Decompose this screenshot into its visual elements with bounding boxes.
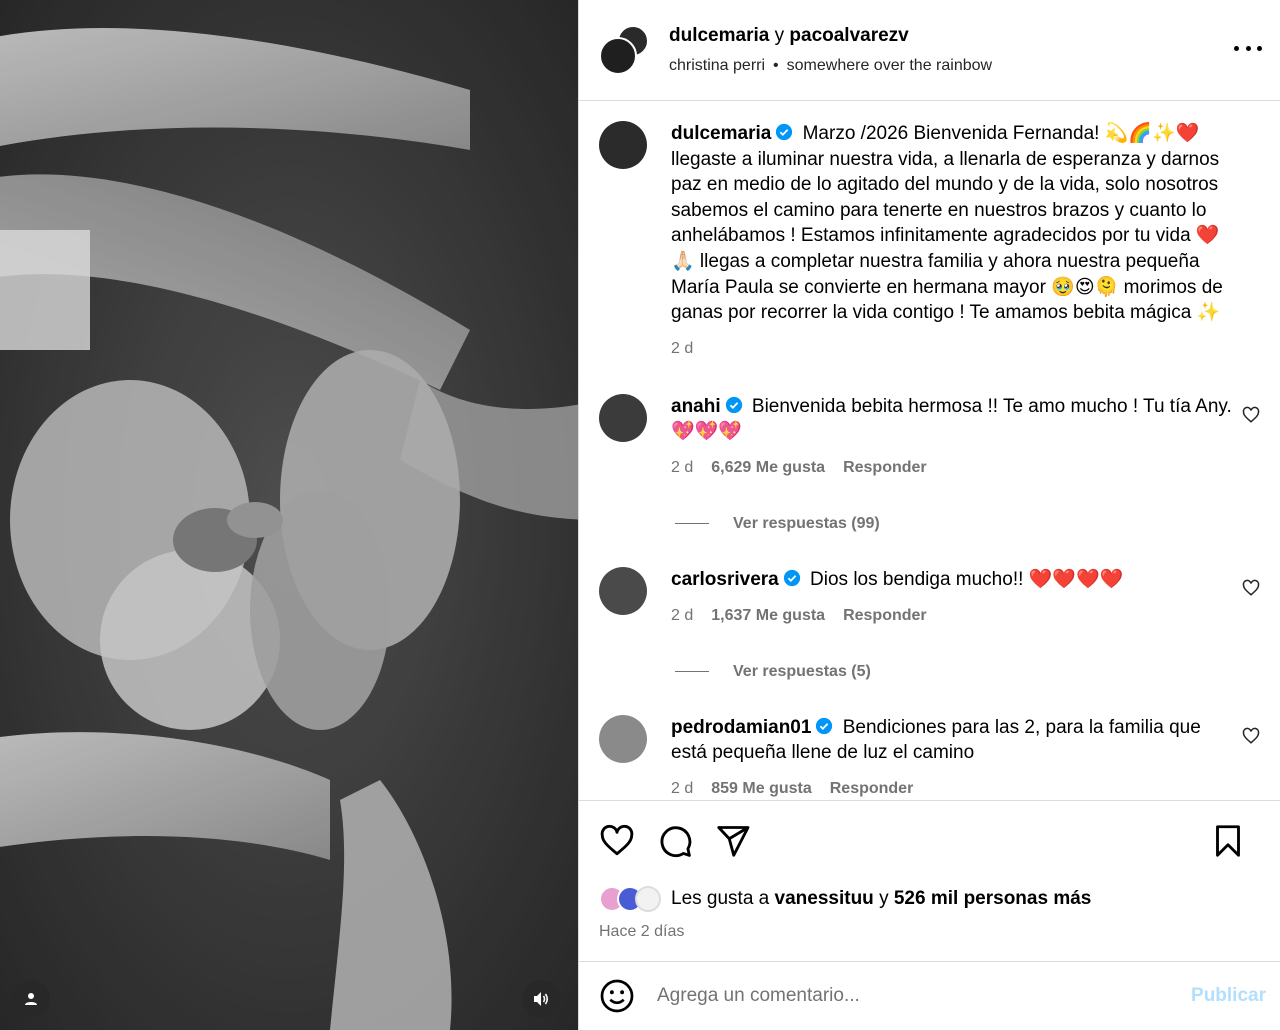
- post-date: Hace 2 días: [599, 923, 685, 940]
- verified-badge-icon: [725, 396, 742, 413]
- send-icon[interactable]: [715, 823, 751, 859]
- comment-time: 2 d: [671, 606, 694, 624]
- likes-prefix: Les gusta a: [671, 888, 770, 909]
- post-header: dulcemaria y pacoalvarezv christina perr…: [579, 0, 1280, 101]
- comments-list[interactable]: dulcemaria Marzo /2026 Bienvenida Fernan…: [579, 101, 1280, 800]
- post-sidebar: dulcemaria y pacoalvarezv christina perr…: [578, 0, 1280, 1030]
- comment-username[interactable]: carlosrivera: [671, 569, 779, 590]
- likes-user[interactable]: vanessituu: [775, 888, 874, 910]
- likes-summary[interactable]: Les gusta a vanessituu y 526 mil persona…: [599, 881, 1260, 917]
- view-replies-label: Ver respuestas (5): [733, 662, 871, 680]
- comment-item: carlosrivera Dios los bendiga mucho!! ❤️…: [599, 566, 1260, 625]
- collab-connector: y: [774, 25, 785, 46]
- comment-input[interactable]: [657, 985, 1192, 1007]
- post-media[interactable]: [0, 0, 578, 1030]
- comment-icon[interactable]: [657, 823, 693, 859]
- post-actions: Les gusta a vanessituu y 526 mil persona…: [579, 800, 1280, 949]
- verified-badge-icon: [816, 717, 833, 734]
- verified-badge-icon: [776, 123, 793, 141]
- avatar: [635, 886, 661, 912]
- add-comment-bar: Publicar: [579, 961, 1280, 1030]
- comment-item: pedrodamian01 Bendiciones para las 2, pa…: [599, 714, 1260, 798]
- post-photo: [0, 0, 578, 1030]
- reply-button[interactable]: Responder: [843, 607, 927, 625]
- verified-badge-icon: [783, 569, 800, 587]
- avatar[interactable]: [599, 393, 647, 442]
- comment-likes[interactable]: 859 Me gusta: [711, 780, 811, 798]
- reply-button[interactable]: Responder: [843, 459, 927, 477]
- avatar[interactable]: [599, 714, 647, 763]
- tagged-users-button[interactable]: [12, 980, 50, 1018]
- comment-likes[interactable]: 6,629 Me gusta: [711, 459, 825, 477]
- audio-separator: •: [773, 57, 779, 74]
- audio-song[interactable]: somewhere over the rainbow: [787, 57, 992, 75]
- comment-likes[interactable]: 1,637 Me gusta: [711, 607, 825, 625]
- comment-text: Bienvenida bebita hermosa !! Te amo much…: [671, 395, 1232, 443]
- user-icon: [25, 993, 37, 1005]
- caption-username[interactable]: dulcemaria: [671, 123, 771, 144]
- bookmark-icon[interactable]: [1210, 823, 1246, 859]
- collab-username[interactable]: pacoalvarezv: [789, 25, 908, 46]
- audio-artist[interactable]: christina perri: [669, 57, 765, 75]
- sound-toggle-button[interactable]: [522, 980, 560, 1018]
- collab-avatars[interactable]: [599, 25, 649, 75]
- heart-icon[interactable]: [1242, 579, 1260, 597]
- more-options-icon[interactable]: [1234, 38, 1262, 58]
- avatar[interactable]: [599, 121, 647, 169]
- avatar[interactable]: [599, 566, 647, 615]
- likes-connector: y: [879, 888, 889, 909]
- publish-button[interactable]: Publicar: [1191, 985, 1266, 1007]
- view-replies-label: Ver respuestas (99): [733, 514, 880, 532]
- author-username[interactable]: dulcemaria: [669, 25, 769, 46]
- emoji-icon[interactable]: [599, 978, 635, 1014]
- avatar[interactable]: [599, 37, 637, 75]
- comment-time: 2 d: [671, 458, 694, 476]
- caption: dulcemaria Marzo /2026 Bienvenida Fernan…: [599, 121, 1260, 358]
- caption-time: 2 d: [671, 339, 694, 357]
- comment-username[interactable]: pedrodamian01: [671, 717, 811, 738]
- heart-icon[interactable]: [599, 823, 635, 859]
- comment-username[interactable]: anahi: [671, 396, 721, 417]
- reply-button[interactable]: Responder: [830, 780, 914, 798]
- comment-text: Dios los bendiga mucho!! ❤️❤️❤️❤️: [810, 568, 1124, 590]
- comment-item: anahi Bienvenida bebita hermosa !! Te am…: [599, 393, 1260, 477]
- heart-icon[interactable]: [1242, 727, 1260, 745]
- heart-icon[interactable]: [1242, 406, 1260, 424]
- comment-time: 2 d: [671, 779, 694, 797]
- caption-text: Marzo /2026 Bienvenida Fernanda! 💫🌈✨❤️ l…: [671, 123, 1223, 324]
- view-replies-button[interactable]: Ver respuestas (5): [675, 663, 1260, 681]
- view-replies-button[interactable]: Ver respuestas (99): [675, 515, 1260, 533]
- likes-others[interactable]: 526 mil personas más: [894, 888, 1092, 910]
- speaker-icon: [534, 992, 549, 1006]
